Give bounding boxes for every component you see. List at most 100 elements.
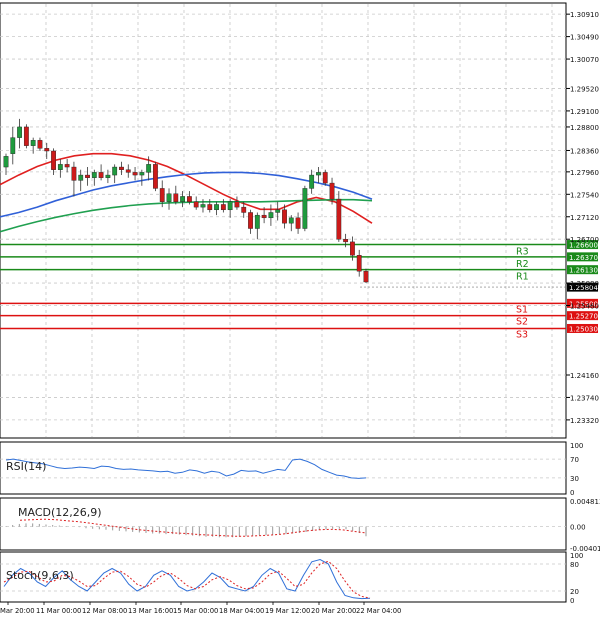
candle-body: [119, 166, 124, 170]
rsi-tick-label: 70: [570, 456, 579, 464]
x-tick-label: 20 Mar 20:00: [311, 607, 356, 615]
stoch-tick-label: 0: [570, 597, 574, 605]
candle-body: [153, 164, 158, 189]
rsi-title: RSI(14): [6, 460, 46, 473]
candle-body: [105, 174, 111, 178]
rsi-tick-label: 100: [570, 442, 583, 450]
trading-chart: 1.26600R31.26370R21.26130R11.25500S11.25…: [0, 0, 600, 619]
candle-body: [146, 164, 152, 173]
x-tick-label: Mar 20:00: [0, 607, 35, 615]
candle-body: [166, 193, 172, 202]
stoch-tick-label: 100: [570, 552, 583, 560]
candle-body: [17, 126, 22, 138]
y-tick-label: 1.30910: [570, 11, 599, 19]
macd-tick-label: 0.004813: [570, 498, 600, 506]
candle-body: [356, 255, 362, 272]
y-tick-label: 1.29100: [570, 108, 599, 116]
y-tick-label: 1.25880: [570, 280, 599, 288]
y-tick-label: 1.24160: [570, 372, 599, 380]
candle-body: [309, 174, 315, 189]
candle-body: [261, 214, 267, 219]
level-price-label: 1.25270: [569, 313, 598, 321]
y-tick-label: 1.27960: [570, 169, 599, 177]
candle-body: [23, 126, 29, 146]
x-tick-label: 15 Mar 00:00: [173, 607, 218, 615]
candle-body: [78, 174, 84, 181]
candle-body: [302, 188, 308, 229]
stoch-title: Stoch(9,6,3): [6, 569, 74, 582]
stoch-tick-label: 80: [570, 561, 579, 569]
level-price-label: 1.26370: [569, 254, 598, 262]
candle-body: [57, 164, 63, 170]
x-tick-label: 19 Mar 12:00: [265, 607, 310, 615]
level-name-s1: S1: [516, 304, 528, 315]
candle-body: [98, 172, 104, 178]
stoch-tick-label: 20: [570, 588, 579, 596]
y-tick-label: 1.27540: [570, 191, 599, 199]
candle-body: [30, 140, 36, 146]
candle-body: [186, 196, 192, 202]
candle-body: [316, 172, 321, 176]
y-tick-label: 1.30490: [570, 34, 599, 42]
candle-body: [10, 137, 16, 154]
candle-body: [275, 209, 281, 213]
y-tick-label: 1.30070: [570, 56, 599, 64]
candle-body: [125, 169, 131, 173]
candle-body: [254, 214, 260, 229]
level-name-r1: R1: [516, 272, 529, 283]
level-name-r3: R3: [516, 247, 529, 258]
level-name-r2: R2: [516, 259, 529, 270]
y-tick-label: 1.23320: [570, 417, 599, 425]
level-name-s3: S3: [516, 329, 528, 340]
x-tick-label: 11 Mar 00:00: [36, 607, 81, 615]
candle-body: [139, 172, 145, 176]
rsi-tick-label: 30: [570, 475, 579, 483]
candle-body: [200, 204, 206, 208]
candle-body: [329, 182, 335, 200]
candle-body: [268, 212, 274, 219]
candle-body: [3, 156, 9, 168]
candle-body: [363, 271, 369, 283]
y-tick-label: 1.26700: [570, 236, 599, 244]
candle-body: [37, 140, 43, 149]
level-price-label: 1.25030: [569, 325, 598, 333]
candle-body: [44, 148, 50, 152]
x-tick-label: 18 Mar 04:00: [219, 607, 264, 615]
y-tick-label: 1.25460: [570, 302, 599, 310]
candle-body: [220, 204, 226, 211]
candle-body: [173, 193, 179, 202]
candle-body: [51, 150, 56, 170]
candle-body: [295, 217, 301, 229]
candle-body: [132, 172, 138, 176]
level-name-s2: S2: [516, 317, 528, 328]
candle-body: [71, 166, 77, 181]
candle-body: [85, 174, 90, 178]
y-tick-label: 1.29520: [570, 85, 599, 93]
level-price-label: 1.26130: [569, 267, 598, 275]
candle-body: [350, 241, 355, 256]
candle-body: [112, 166, 118, 176]
y-tick-label: 1.28360: [570, 147, 599, 155]
candle-body: [343, 239, 349, 243]
candle-body: [288, 217, 294, 224]
candle-body: [241, 206, 247, 213]
candle-body: [248, 212, 253, 229]
candle-body: [64, 164, 70, 168]
candle-body: [227, 201, 233, 211]
candle-body: [91, 172, 97, 178]
y-tick-label: 1.27120: [570, 214, 599, 222]
y-tick-label: 1.23740: [570, 394, 599, 402]
macd-title: MACD(12,26,9): [18, 506, 102, 519]
rsi-tick-label: 0: [570, 489, 574, 497]
candle-body: [336, 198, 342, 240]
macd-tick-label: 0.00: [570, 524, 586, 532]
candle-body: [234, 201, 240, 208]
y-tick-label: 1.28800: [570, 124, 599, 132]
candle-body: [282, 209, 287, 224]
candle-body: [214, 204, 219, 211]
candle-body: [193, 201, 199, 208]
candle-body: [159, 188, 165, 202]
x-tick-label: 22 Mar 04:00: [356, 607, 401, 615]
candle-body: [180, 196, 186, 202]
x-tick-label: 13 Mar 16:00: [128, 607, 173, 615]
